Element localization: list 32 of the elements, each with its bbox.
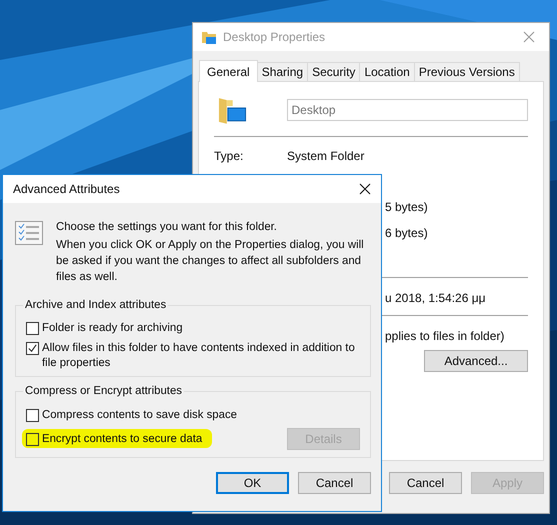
note-text: When you click OK or Apply on the Properties dialog, you will be asked if you want the changes to affect all subfolders and files as well. [56,238,365,285]
dialog-title: Advanced Attributes [13,182,120,196]
group-title: Archive and Index attributes [24,299,168,311]
advanced-button[interactable]: Advanced... [424,350,528,372]
group-title: Compress or Encrypt attributes [24,385,183,397]
size-text: 5 bytes) [385,200,428,214]
checkbox-label: Folder is ready for archiving [42,321,183,336]
tab[interactable]: Security [307,62,360,81]
close-icon[interactable] [359,183,371,195]
type-label: Type: [214,149,244,163]
created-text: u 2018, 1:54:26 μμ [385,291,486,305]
type-value: System Folder [287,149,364,163]
checkbox[interactable] [26,432,39,446]
checklist-icon [15,221,43,245]
window-title: Desktop Properties [223,30,326,44]
checkbox-label: Encrypt contents to secure data [42,432,202,446]
folder-icon [201,29,217,45]
attributes-text: pplies to files in folder) [385,329,504,343]
tab[interactable]: Sharing [256,62,308,81]
dialog-button[interactable]: OK [216,472,289,494]
name-field[interactable]: Desktop [286,99,528,121]
tab[interactable]: General [199,60,258,82]
checkbox[interactable] [26,409,39,422]
checkbox-label: Compress contents to save disk space [42,408,237,423]
checkbox[interactable] [26,322,39,335]
size-on-disk-text: 6 bytes) [385,226,428,240]
checkbox[interactable] [26,342,39,355]
checkbox-label: Allow files in this folder to have contents indexed in addition to file properties [42,341,356,371]
dialog-button[interactable]: Cancel [389,472,462,494]
dialog-button[interactable]: Cancel [298,472,371,494]
tab[interactable]: Previous Versions [414,62,520,81]
intro-text: Choose the settings you want for this folder. [56,220,278,235]
